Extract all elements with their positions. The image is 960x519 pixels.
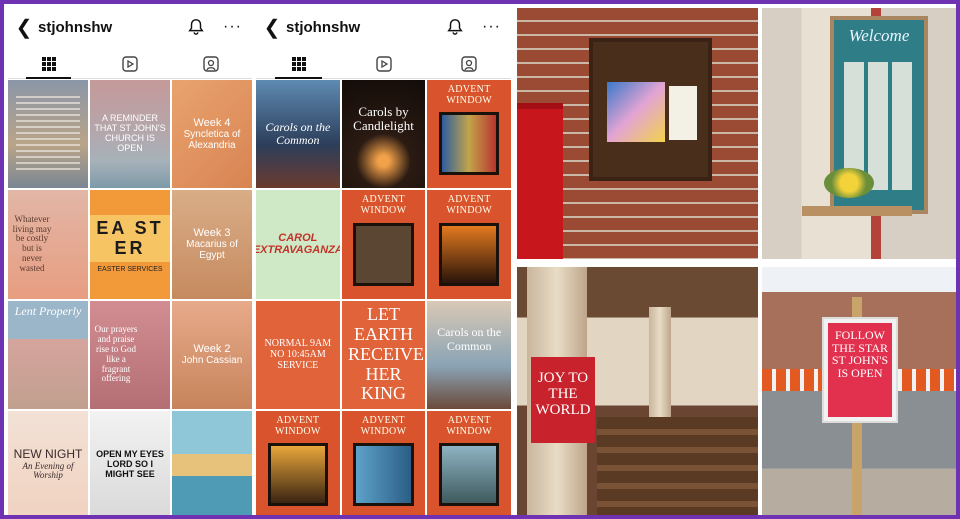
tab-posts[interactable] (8, 50, 89, 79)
post-tile[interactable]: ADVENT WINDOW (427, 80, 511, 189)
post-tile[interactable]: CAROL EXTRAVAGANZA (256, 190, 340, 299)
window-image (353, 443, 414, 507)
reels-icon (375, 56, 392, 72)
tab-tagged[interactable] (426, 50, 511, 78)
post-tile[interactable]: A REMINDER THAT ST JOHN'S CHURCH IS OPEN (90, 80, 170, 189)
welcome-title: Welcome (848, 26, 910, 45)
profile-header: ❮ stjohnshw ··· (256, 8, 511, 46)
pillar (649, 307, 671, 417)
post-tile[interactable] (172, 410, 252, 515)
photo-street-sign: FOLLOW THE STAR ST JOHN'S IS OPEN (762, 267, 956, 515)
window-image (353, 222, 414, 286)
post-tile[interactable]: ADVENT WINDOW (341, 190, 426, 299)
photo-church-interior: JOY TO THE WORLD (517, 267, 758, 515)
tab-posts[interactable] (256, 50, 341, 79)
post-tile[interactable]: ADVENT WINDOW (341, 410, 426, 515)
instagram-panel-2: ❮ stjohnshw ··· Carols on the Common Car… (256, 8, 511, 515)
instagram-panel-1: ❮ stjohnshw ··· A REMINDER THAT ST JOHN'… (8, 8, 252, 515)
post-tile[interactable]: Week 2 John Cassian (172, 300, 252, 409)
post-tile[interactable] (8, 80, 88, 189)
photo-noticeboard (517, 8, 758, 259)
grid-icon (41, 57, 56, 71)
profile-header: ❮ stjohnshw ··· (8, 8, 252, 46)
post-tile[interactable]: NORMAL 9AM NO 10:45AM SERVICE (256, 300, 340, 409)
post-grid: Carols on the Common Carols by Candlelig… (256, 80, 511, 515)
post-tile[interactable]: Carols by Candlelight (341, 80, 426, 189)
noticeboard (589, 38, 712, 181)
profile-tabs (256, 50, 511, 79)
post-tile[interactable]: ADVENT WINDOW (427, 410, 511, 515)
photo-welcome-board: Welcome (762, 8, 956, 259)
grid-icon (291, 57, 306, 71)
more-icon[interactable]: ··· (482, 18, 501, 36)
follow-sign: FOLLOW THE STAR ST JOHN'S IS OPEN (822, 317, 898, 423)
post-tile[interactable]: ADVENT WINDOW (427, 190, 511, 299)
window-image (439, 222, 500, 286)
username: stjohnshw (38, 18, 113, 36)
tab-tagged[interactable] (171, 50, 252, 78)
tab-reels[interactable] (341, 50, 426, 78)
post-tile[interactable]: LET EARTH RECEIVE HER KING (341, 300, 426, 409)
post-tile[interactable]: NEW NIGHT An Evening of Worship (8, 410, 88, 515)
post-tile[interactable]: OPEN MY EYES LORD SO I MIGHT SEE (90, 410, 170, 515)
tagged-icon (203, 56, 220, 72)
window-image (439, 112, 500, 176)
post-grid: A REMINDER THAT ST JOHN'S CHURCH IS OPEN… (8, 80, 252, 515)
chevron-left-icon[interactable]: ❮ (260, 15, 284, 40)
post-tile[interactable]: Week 3 Macarius of Egypt (172, 190, 252, 299)
post-tile[interactable]: EA ST ER EASTER SERVICES (90, 190, 170, 299)
reels-icon (122, 56, 138, 72)
joy-banner: JOY TO THE WORLD (531, 357, 595, 443)
post-tile[interactable]: Our prayers and praise rise to God like … (90, 300, 170, 409)
chevron-left-icon[interactable]: ❮ (12, 15, 36, 40)
collage-frame: ❮ stjohnshw ··· A REMINDER THAT ST JOHN'… (0, 0, 960, 519)
postbox (517, 103, 563, 259)
post-tile[interactable]: Lent Properly (8, 300, 88, 409)
post-tile[interactable]: Week 4 Syncletica of Alexandria (172, 80, 252, 189)
post-tile[interactable]: Carols on the Common (256, 80, 340, 189)
tab-reels[interactable] (89, 50, 170, 78)
bell-icon[interactable] (446, 18, 464, 36)
bell-icon[interactable] (187, 18, 205, 36)
tagged-icon (460, 56, 477, 72)
flowers (824, 168, 874, 198)
username: stjohnshw (286, 18, 361, 36)
window-image (439, 443, 500, 507)
profile-tabs (8, 50, 252, 79)
pews (597, 417, 758, 515)
window-image (267, 443, 328, 507)
more-icon[interactable]: ··· (223, 18, 242, 36)
post-tile[interactable]: Carols on the Common (427, 300, 511, 409)
post-tile[interactable]: ADVENT WINDOW (256, 410, 340, 515)
table (802, 206, 912, 216)
post-tile[interactable]: Whatever living may be costly but is nev… (8, 190, 88, 299)
